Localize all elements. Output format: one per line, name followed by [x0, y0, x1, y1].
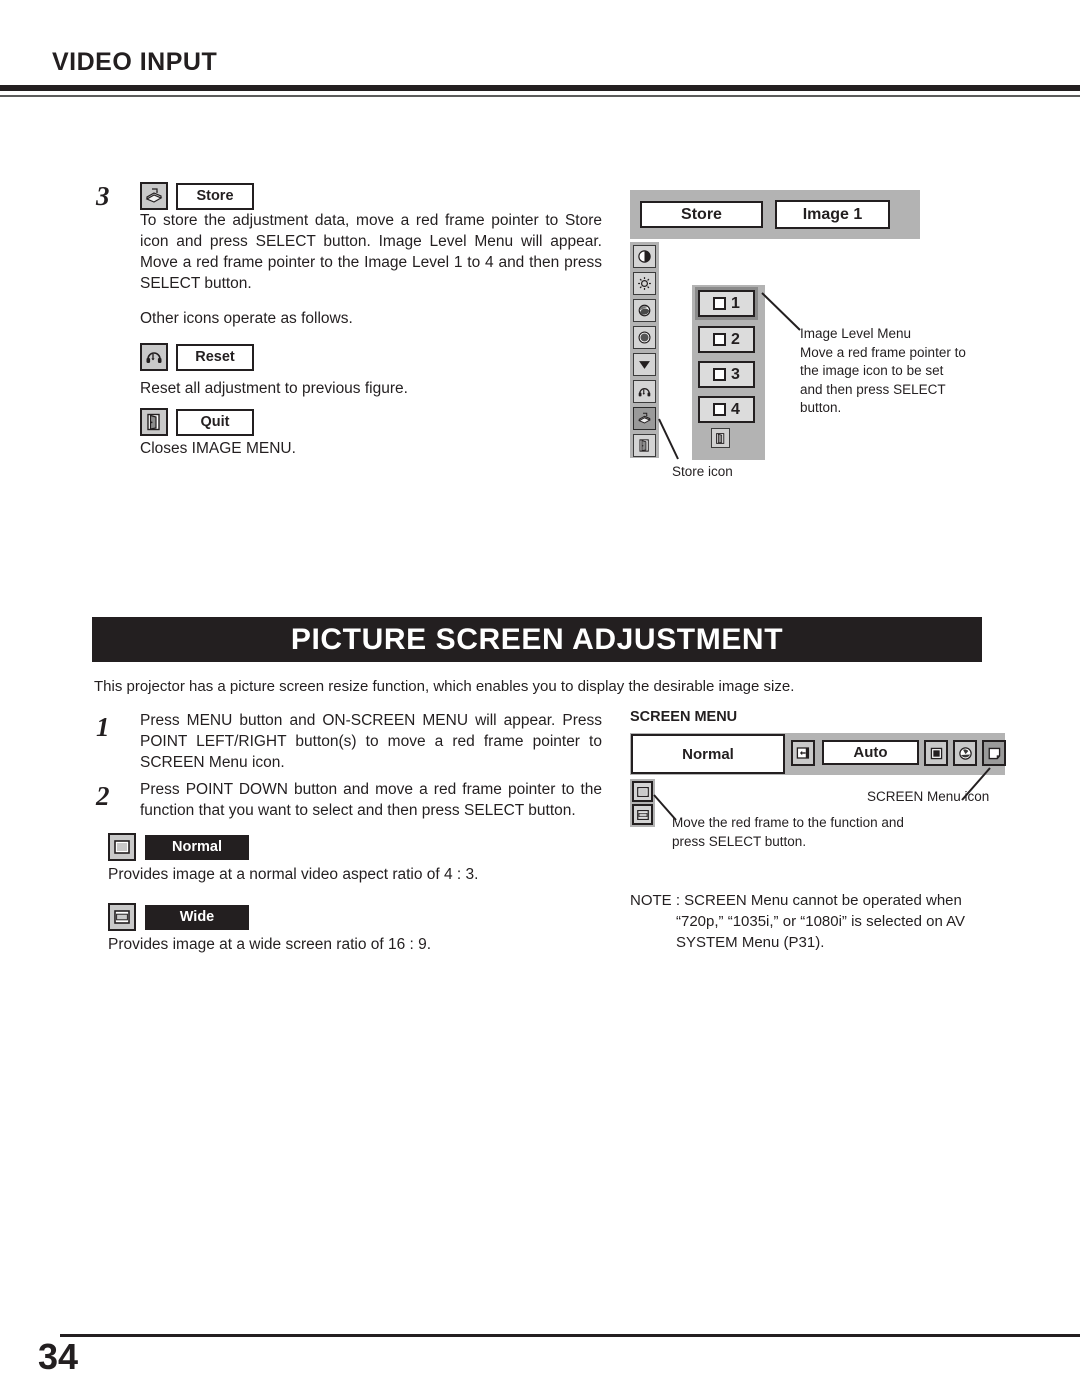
normal-screen-icon: [108, 833, 136, 861]
store-icon-row: Store: [140, 182, 254, 210]
normal-label: Normal: [145, 834, 249, 860]
reset-description: Reset all adjustment to previous figure.: [140, 380, 408, 397]
wide-description: Provides image at a wide screen ratio of…: [108, 936, 432, 953]
step3-body-text: To store the adjustment data, move a red…: [140, 212, 602, 292]
screen-square-icon: [713, 403, 727, 416]
image-level-item-2: 2: [698, 326, 755, 353]
screen-square-icon: [713, 333, 727, 346]
color-icon: [633, 299, 656, 322]
callout-store-icon: Store icon: [672, 464, 733, 479]
wide-option-row: Wide: [108, 903, 249, 931]
tint-icon: [633, 326, 656, 349]
image-level-item-3: 3: [698, 361, 755, 388]
callout-line: the image icon to be set: [800, 363, 944, 378]
osd-store-field: Store: [640, 201, 763, 228]
step1-body-text: Press MENU button and ON-SCREEN MENU wil…: [140, 712, 602, 771]
normal-option-row: Normal: [108, 833, 249, 861]
other-icons-line: Other icons operate as follows.: [140, 310, 353, 327]
image-level-item-4: 4: [698, 396, 755, 423]
callout-line: press SELECT button.: [672, 833, 807, 849]
note-line-3: SYSTEM Menu (P31).: [676, 934, 825, 951]
contrast-icon: [633, 245, 656, 268]
reset-label: Reset: [176, 343, 254, 371]
quit-label: Quit: [176, 408, 254, 436]
step-number-3: 3: [96, 181, 110, 211]
quit-icon: [633, 434, 656, 457]
store-icon: [140, 182, 168, 210]
footer-rule: [60, 1334, 1080, 1337]
section-intro-text: This projector has a picture screen resi…: [94, 678, 795, 695]
osd-image-level-field: Image 1: [775, 200, 890, 229]
wide-screen-icon: [108, 903, 136, 931]
screen-menu-icon: [982, 740, 1006, 766]
header-rule-thick: [0, 85, 1080, 91]
image-level-number: 2: [731, 330, 740, 348]
callout-line: button.: [800, 400, 842, 415]
step2-body-text: Press POINT DOWN button and move a red f…: [140, 781, 602, 819]
reset-icon: [633, 380, 656, 403]
screen-menu-title: SCREEN MENU: [630, 709, 738, 725]
quit-icon-row: Quit: [140, 408, 254, 436]
store-label: Store: [176, 182, 254, 210]
image-level-number: 4: [731, 400, 740, 418]
section-banner: PICTURE SCREEN ADJUSTMENT: [92, 617, 982, 662]
step-number-2: 2: [96, 781, 110, 811]
image-adjust-icon: [953, 740, 977, 766]
callout-image-level-menu: Image Level Menu Move a red frame pointe…: [800, 325, 995, 418]
wide-label: Wide: [145, 904, 249, 930]
screen-square-icon: [924, 740, 948, 766]
quit-description: Closes IMAGE MENU.: [140, 440, 296, 457]
callout-line: and then press SELECT: [800, 381, 946, 397]
image-level-number: 3: [731, 365, 740, 383]
screen-square-icon: [713, 368, 727, 381]
screen-menu-normal-field: Normal: [631, 734, 785, 774]
input-source-icon: [791, 740, 815, 766]
header-rule-thin: [0, 95, 1080, 97]
document-page: VIDEO INPUT 3 Store To store the adjustm…: [0, 0, 1080, 1397]
callout-line: Move the red frame to the function and: [672, 815, 904, 830]
step-number-1: 1: [96, 712, 110, 742]
callout-move-red-frame: Move the red frame to the function and p…: [672, 814, 972, 851]
screen-square-icon: [713, 297, 727, 310]
callout-line: Move a red frame pointer to: [800, 344, 966, 360]
quit-icon: [711, 428, 730, 448]
normal-description: Provides image at a normal video aspect …: [108, 866, 479, 883]
note-line-1: SCREEN Menu cannot be operated when: [684, 892, 962, 909]
reset-icon: [140, 343, 168, 371]
callout-line: Image Level Menu: [800, 326, 912, 341]
reset-icon-row: Reset: [140, 343, 254, 371]
quit-icon: [140, 408, 168, 436]
sharpness-icon: [633, 353, 656, 376]
note-line-2: “720p,” “1035i,” or “1080i” is selected …: [676, 913, 966, 930]
normal-screen-icon: [632, 781, 653, 802]
wide-screen-icon: [632, 804, 653, 825]
page-number: 34: [38, 1336, 79, 1377]
image-level-item-1: 1: [698, 290, 755, 317]
callout-screen-menu-icon: SCREEN Menu icon: [867, 789, 990, 804]
store-icon: [633, 407, 656, 430]
note-prefix: NOTE :: [630, 892, 685, 909]
brightness-icon: [633, 272, 656, 295]
screen-menu-note: NOTE : SCREEN Menu cannot be operated wh…: [630, 890, 1005, 953]
image-level-number: 1: [731, 294, 740, 312]
screen-menu-auto-field: Auto: [822, 740, 919, 765]
page-header-title: VIDEO INPUT: [52, 48, 218, 76]
